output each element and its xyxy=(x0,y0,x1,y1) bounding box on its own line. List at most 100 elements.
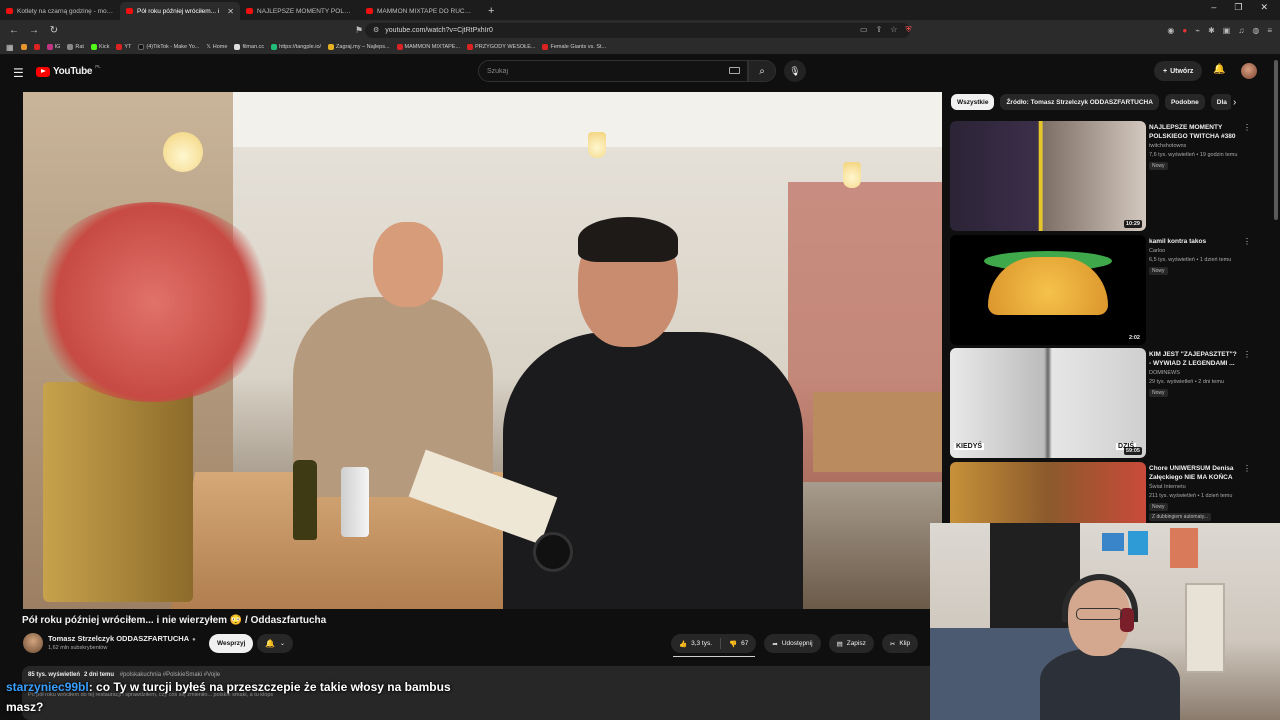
related-title[interactable]: NAJLEPSZE MOMENTY POLSKIEGO TWITCHA #380 xyxy=(1149,124,1239,141)
more-vert-icon[interactable]: ⋮ xyxy=(1243,464,1251,473)
related-video[interactable]: 2:02 kamil kontra takos Carloo 6,5 tys. … xyxy=(950,235,1255,345)
bookmark-item[interactable]: IG xyxy=(46,44,60,50)
search-input[interactable] xyxy=(487,65,727,78)
chevron-right-icon[interactable]: › xyxy=(1233,97,1236,108)
bookmark-icon[interactable]: ⚑ xyxy=(355,25,363,36)
extension-icon[interactable]: ▣ xyxy=(1223,26,1231,35)
close-window-icon[interactable]: ✕ xyxy=(1260,2,1268,13)
url-field[interactable]: ⚙ youtube.com/watch?v=CjtRtPxhIr0 xyxy=(365,22,910,38)
keyboard-icon[interactable] xyxy=(729,67,740,74)
extension-icon[interactable]: ● xyxy=(1182,26,1187,35)
reload-icon[interactable]: ↻ xyxy=(48,25,60,36)
video-thumbnail[interactable]: 10:29 xyxy=(950,121,1146,231)
video-person-left xyxy=(273,222,493,497)
more-vert-icon[interactable]: ⋮ xyxy=(1243,237,1251,246)
bookmark-item[interactable]: MAMMON MIXTAPE... xyxy=(396,44,460,50)
bookmark-item[interactable]: Female Giants vs. St... xyxy=(542,44,606,50)
chip-for-you[interactable]: Dla xyxy=(1210,94,1231,110)
like-button[interactable]: 👍 3,3 tys. xyxy=(671,634,720,653)
chip-all[interactable]: Wszystkie xyxy=(951,94,995,110)
bookmark-item[interactable]: (4)TikTok - Make Yo... xyxy=(138,44,199,50)
bookmark-favicon-icon xyxy=(33,44,40,50)
save-label: Zapisz xyxy=(846,640,866,647)
music-icon[interactable]: ♫ xyxy=(1238,26,1244,35)
tab-label: MAMMON MIXTAPE DO RUCH@NIA xyxy=(377,7,474,15)
browser-tab[interactable]: Kotlety na czarną godzinę - mogą st xyxy=(0,2,120,20)
bookmark-item[interactable]: filman.cc xyxy=(234,44,264,50)
share-page-icon[interactable]: ⇪ xyxy=(876,25,883,35)
extension-icon[interactable]: ⌁ xyxy=(1195,26,1200,35)
apps-icon[interactable]: ▦ xyxy=(6,43,14,52)
bookmark-item[interactable]: https://tangple.io/ xyxy=(271,44,321,50)
related-title[interactable]: KIM JEST "ZAJEPASZTET"? - WYWIAD Z LEGEN… xyxy=(1149,351,1239,368)
duration-badge: 2:02 xyxy=(1126,334,1142,342)
streamer-webcam xyxy=(930,523,1280,720)
clip-button[interactable]: ✂ Klip xyxy=(881,634,919,653)
related-title[interactable]: Chore UNIWERSUM Denisa Załęckiego NIE MA… xyxy=(1149,465,1239,482)
new-tab-button[interactable]: + xyxy=(480,5,502,20)
back-icon[interactable]: ← xyxy=(8,25,20,36)
more-vert-icon[interactable]: ⋮ xyxy=(1243,123,1251,132)
video-thumbnail[interactable]: KIEDYŚ DZIŚ 59:05 xyxy=(950,348,1146,458)
youtube-logo[interactable]: YouTube PL xyxy=(36,64,101,77)
subscription-bell-button[interactable]: 🔔 ⌄ xyxy=(257,634,293,653)
star-icon[interactable]: ☆ xyxy=(890,25,897,35)
bookmark-item[interactable]: YT xyxy=(116,44,131,50)
bookmark-label: Home xyxy=(212,44,228,50)
more-vert-icon[interactable]: ⋮ xyxy=(1243,350,1251,359)
forward-icon[interactable]: → xyxy=(28,25,40,36)
create-button[interactable]: + Utwórz xyxy=(1154,61,1203,81)
bookmark-item[interactable]: Rat xyxy=(67,44,84,50)
browser-tab[interactable]: MAMMON MIXTAPE DO RUCH@NIA xyxy=(360,2,480,20)
menu-icon[interactable]: ≡ xyxy=(1267,26,1272,35)
related-video[interactable]: 10:29 NAJLEPSZE MOMENTY POLSKIEGO TWITCH… xyxy=(950,121,1255,231)
chip-source[interactable]: Źródło: Tomasz Strzelczyk ODDASZFARTUCHA xyxy=(1000,94,1159,110)
bookmark-item[interactable] xyxy=(33,44,40,50)
puzzle-icon[interactable]: ✱ xyxy=(1208,26,1215,35)
save-button[interactable]: ▤ Zapisz xyxy=(828,634,874,653)
chat-message-continuation: masz? xyxy=(6,700,44,714)
video-thumbnail[interactable]: 2:02 xyxy=(950,235,1146,345)
dislike-button[interactable]: 👎 67 xyxy=(721,634,756,653)
subscriber-count: 1,62 mln subskrybentów xyxy=(48,645,108,651)
channel-avatar[interactable] xyxy=(23,633,43,653)
bookmark-favicon-icon xyxy=(328,44,335,50)
notifications-bell-icon[interactable]: 🔔 xyxy=(1213,64,1225,75)
page-scrollbar[interactable] xyxy=(1274,60,1278,220)
voice-search-button[interactable]: 🎙 xyxy=(784,60,806,82)
related-channel[interactable]: DOMINEWS xyxy=(1149,370,1180,376)
account-avatar[interactable] xyxy=(1241,63,1257,79)
maximize-icon[interactable]: ❐ xyxy=(1234,2,1242,13)
chip-similar[interactable]: Podobne xyxy=(1164,94,1205,110)
minimize-icon[interactable]: – xyxy=(1211,2,1216,13)
bookmark-item[interactable]: 𝕏 Home xyxy=(206,44,227,50)
upload-date: 2 dni temu xyxy=(84,672,115,678)
related-video[interactable]: KIEDYŚ DZIŚ 59:05 KIM JEST "ZAJEPASZTET"… xyxy=(950,348,1255,458)
hashtags[interactable]: #polskakuchnia #PolskieSmaki #Vojle xyxy=(120,672,220,678)
browser-tab[interactable]: NAJLEPSZE MOMENTY POLSKIEGO xyxy=(240,2,360,20)
chat-text: : co Ty w turcji byłeś na przeszczepie ż… xyxy=(88,680,451,694)
hamburger-menu-icon[interactable]: ☰ xyxy=(13,66,24,80)
video-frame-watch xyxy=(533,532,573,572)
related-channel[interactable]: Carloo xyxy=(1149,248,1165,254)
support-button[interactable]: Wesprzyj xyxy=(209,634,254,653)
bookmark-item[interactable]: Kick xyxy=(90,44,109,50)
related-channel[interactable]: Świat Internetu xyxy=(1149,484,1186,490)
related-title[interactable]: kamil kontra takos xyxy=(1149,238,1239,247)
channel-name-row[interactable]: Tomasz Strzelczyk ODDASZFARTUCHA ● xyxy=(48,634,196,643)
close-tab-icon[interactable]: ✕ xyxy=(227,7,234,16)
channel-name[interactable]: Tomasz Strzelczyk ODDASZFARTUCHA xyxy=(48,634,189,643)
extension-icon[interactable]: ◉ xyxy=(1167,26,1174,35)
video-player[interactable] xyxy=(23,92,942,609)
cast-icon[interactable]: ▭ xyxy=(860,25,868,35)
related-channel[interactable]: twitchshotowns xyxy=(1149,143,1186,149)
bookmark-item[interactable]: Zagraj.my – Najleps... xyxy=(328,44,390,50)
bookmark-item[interactable]: PRZYGODY WESOŁE... xyxy=(467,44,535,50)
site-info-icon[interactable]: ⚙ xyxy=(373,26,379,34)
profile-icon[interactable]: ◍ xyxy=(1252,26,1259,35)
share-button[interactable]: ➦ Udostępnij xyxy=(764,634,821,653)
browser-tab-active[interactable]: Pół roku później wróciłem... i ✕ xyxy=(120,2,240,20)
search-button[interactable]: ⌕ xyxy=(748,60,776,82)
bookmark-item[interactable] xyxy=(20,44,27,50)
shield-icon[interactable]: ⛨ xyxy=(905,25,911,35)
